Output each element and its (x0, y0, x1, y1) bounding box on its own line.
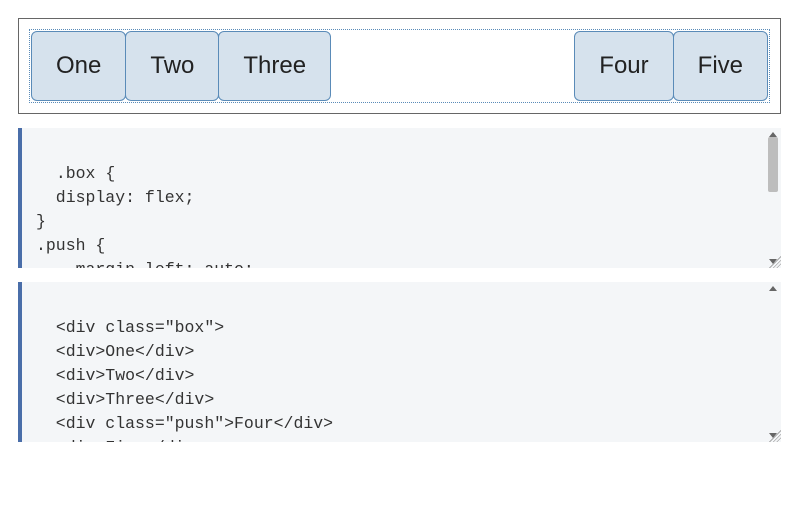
flex-item: Five (673, 31, 768, 101)
resize-grip-icon[interactable] (769, 256, 781, 268)
flex-box: OneTwoThree FourFive (29, 29, 770, 103)
scroll-up-icon[interactable] (769, 286, 777, 291)
resize-grip-icon[interactable] (769, 430, 781, 442)
scrollbar[interactable] (767, 286, 779, 438)
live-example-container: OneTwoThree FourFive (18, 18, 781, 114)
flex-item: Three (218, 31, 331, 101)
flex-item: Two (125, 31, 219, 101)
html-code-text: <div class="box"> <div>One</div> <div>Tw… (36, 318, 333, 442)
flex-item: One (31, 31, 126, 101)
flex-item: Four (574, 31, 673, 101)
scrollbar[interactable] (767, 132, 779, 264)
html-code-panel: <div class="box"> <div>One</div> <div>Tw… (18, 282, 781, 442)
css-code-text: .box { display: flex; } .push { margin-l… (36, 164, 254, 268)
scroll-thumb[interactable] (768, 137, 778, 192)
css-code-panel: .box { display: flex; } .push { margin-l… (18, 128, 781, 268)
